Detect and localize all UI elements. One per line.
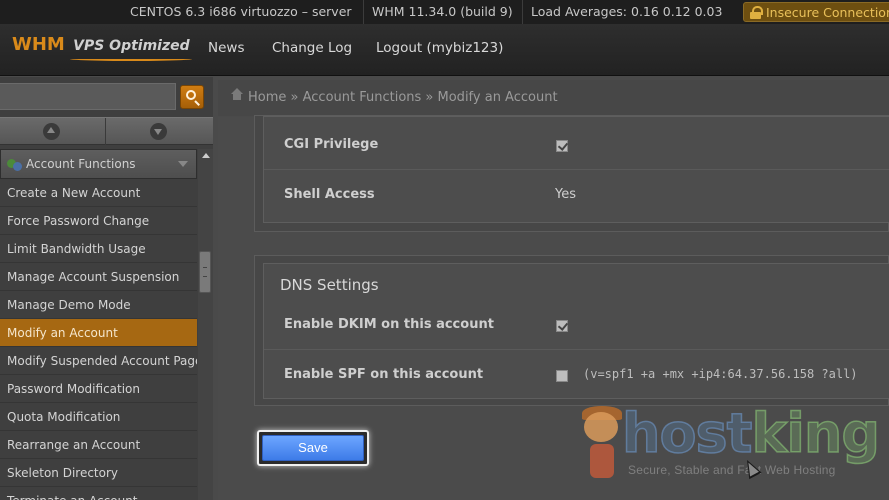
search-icon <box>186 90 196 100</box>
scroll-down-button[interactable] <box>107 118 213 145</box>
load-averages: Load Averages: 0.16 0.12 0.03 <box>522 0 730 24</box>
shell-access-label: Shell Access <box>284 187 375 202</box>
sidebar-item-manage-demo-mode[interactable]: Manage Demo Mode <box>0 291 197 319</box>
row-shell-access: Shell Access Yes <box>264 170 889 220</box>
save-button-focus-ring: Save <box>257 430 369 466</box>
shell-access-value: Yes <box>555 187 576 202</box>
row-cgi-privilege: CGI Privilege <box>264 120 889 170</box>
logo-sub: VPS Optimized <box>73 38 190 54</box>
enable-spf-label: Enable SPF on this account <box>284 367 484 382</box>
hostking-watermark: hostking Secure, Stable and Fast Web Hos… <box>578 401 889 500</box>
breadcrumb: Home » Account Functions » Modify an Acc… <box>218 80 889 116</box>
cgi-privilege-label: CGI Privilege <box>284 137 379 152</box>
whm-logo[interactable]: WHM VPS Optimized <box>12 34 192 61</box>
enable-dkim-checkbox[interactable] <box>556 320 568 332</box>
search-icon-handle <box>194 100 200 106</box>
arrow-down-icon <box>150 123 167 140</box>
users-icon <box>7 157 23 171</box>
sidebar-item-force-password-change[interactable]: Force Password Change <box>0 207 197 235</box>
watermark-host: host <box>621 401 753 466</box>
privileges-table: CGI Privilege Shell Access Yes <box>263 116 889 223</box>
sidebar-item-skeleton-directory[interactable]: Skeleton Directory <box>0 459 197 487</box>
sidebar-search <box>0 80 207 112</box>
nav-news[interactable]: News <box>208 40 244 56</box>
mascot-icon <box>578 406 626 482</box>
sidebar-item-terminate-account[interactable]: Terminate an Account <box>0 487 197 500</box>
insecure-connection-label: Insecure Connection <box>766 5 889 20</box>
chevron-down-icon <box>178 161 188 167</box>
sidebar-item-limit-bandwidth[interactable]: Limit Bandwidth Usage <box>0 235 197 263</box>
dns-settings-title: DNS Settings <box>280 276 379 294</box>
logo-main: WHM <box>12 34 65 55</box>
insecure-connection-badge[interactable]: Insecure Connection <box>743 2 889 22</box>
save-button[interactable]: Save <box>262 435 364 461</box>
dns-settings-table: DNS Settings Enable DKIM on this account… <box>263 263 889 399</box>
sidebar-scrollbar[interactable] <box>198 149 213 500</box>
section-title: Account Functions <box>26 157 136 171</box>
sidebar-item-modify-account[interactable]: Modify an Account <box>0 319 197 347</box>
logo-swoosh <box>70 57 192 61</box>
scroll-up-button[interactable] <box>0 118 106 145</box>
enable-dkim-label: Enable DKIM on this account <box>284 317 494 332</box>
whm-version: WHM 11.34.0 (build 9) <box>363 0 521 24</box>
sidebar-item-password-modification[interactable]: Password Modification <box>0 375 197 403</box>
watermark-logo-text: hostking <box>621 401 881 466</box>
top-header: WHM VPS Optimized News Change Log Logout… <box>0 24 889 76</box>
sidebar-item-rearrange-account[interactable]: Rearrange an Account <box>0 431 197 459</box>
scroll-up-icon <box>202 153 210 158</box>
row-enable-spf: Enable SPF on this account (v=spf1 +a +m… <box>264 350 889 400</box>
privileges-panel: CGI Privilege Shell Access Yes <box>254 115 889 232</box>
sidebar-item-quota-modification[interactable]: Quota Modification <box>0 403 197 431</box>
search-button[interactable] <box>180 85 204 109</box>
arrow-up-icon <box>43 123 60 140</box>
sidebar-item-manage-suspension[interactable]: Manage Account Suspension <box>0 263 197 291</box>
breadcrumb-text[interactable]: Home » Account Functions » Modify an Acc… <box>248 90 558 105</box>
spf-record: (v=spf1 +a +mx +ip4:64.37.56.158 ?all) <box>583 367 858 381</box>
home-icon[interactable] <box>231 88 243 103</box>
sidebar-item-modify-suspended-page[interactable]: Modify Suspended Account Page <box>0 347 197 375</box>
server-status-bar: CENTOS 6.3 i686 virtuozzo – server WHM 1… <box>0 0 889 24</box>
section-account-functions[interactable]: Account Functions <box>0 149 197 179</box>
sidebar-item-create-account[interactable]: Create a New Account <box>0 179 197 207</box>
sidebar: Account Functions Create a New Account F… <box>0 77 213 500</box>
dns-settings-panel: DNS Settings Enable DKIM on this account… <box>254 255 889 406</box>
watermark-king: king <box>751 401 881 466</box>
row-enable-dkim: Enable DKIM on this account <box>264 300 889 350</box>
search-input[interactable] <box>0 83 176 110</box>
nav-change-log[interactable]: Change Log <box>272 40 352 56</box>
lock-icon <box>750 6 763 19</box>
cgi-privilege-checkbox[interactable] <box>556 140 568 152</box>
scrollbar-thumb[interactable] <box>199 251 211 293</box>
nav-logout[interactable]: Logout (mybiz123) <box>376 40 503 56</box>
server-info: CENTOS 6.3 i686 virtuozzo – server <box>130 4 352 19</box>
enable-spf-checkbox[interactable] <box>556 370 568 382</box>
watermark-tagline: Secure, Stable and Fast Web Hosting <box>628 463 836 477</box>
sidebar-scroll-arrows <box>0 117 213 145</box>
sidebar-menu: Create a New Account Force Password Chan… <box>0 179 197 500</box>
